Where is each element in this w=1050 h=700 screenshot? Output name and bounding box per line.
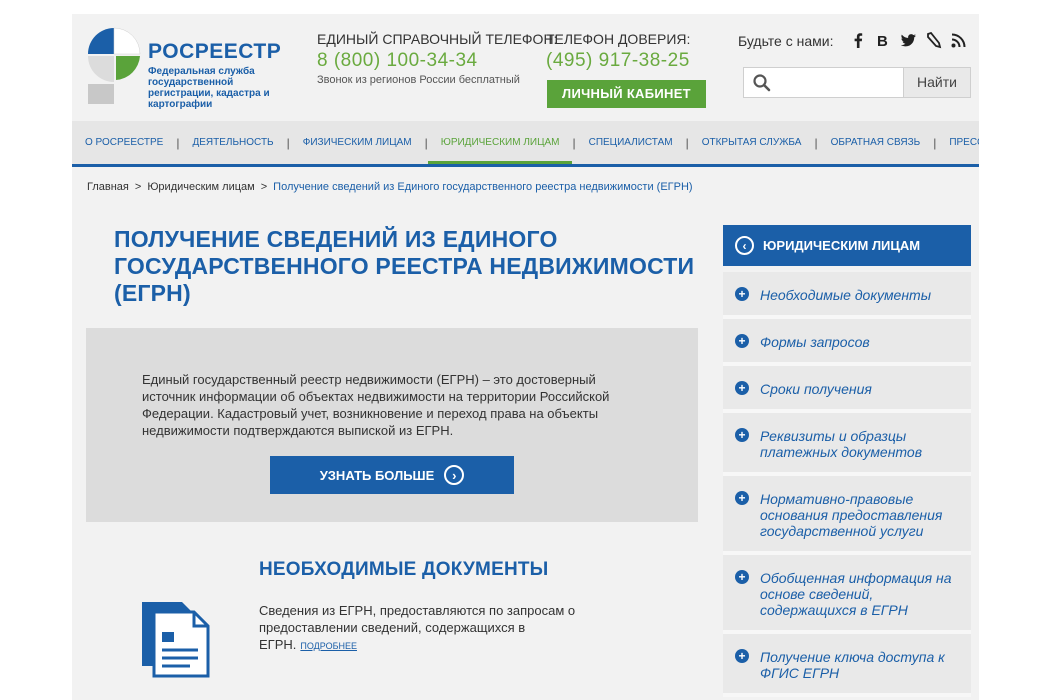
search-input[interactable] [778, 72, 898, 93]
breadcrumb: Главная > Юридическим лицам > Получение свед… [87, 181, 693, 193]
chevron-right-icon: › [444, 465, 465, 485]
twitter-icon[interactable] [900, 32, 917, 49]
more-details-link[interactable]: ПОДРОБНЕЕ [300, 641, 357, 651]
learn-more-button[interactable]: УЗНАТЬ БОЛЬШЕ › [270, 456, 514, 494]
vk-icon[interactable]: В [875, 32, 892, 49]
sidebar-item-label: Получение ключа доступа к ФГИС ЕГРН [760, 649, 945, 681]
search-icon [753, 74, 771, 92]
search-button[interactable]: Найти [903, 68, 970, 97]
hotline-note: Звонок из регионов России бесплатный [317, 74, 520, 86]
plus-icon: + [735, 287, 749, 301]
document-icon [142, 602, 210, 678]
page-title: ПОЛУЧЕНИЕ СВЕДЕНИЙ ИЗ ЕДИНОГО ГОСУДАРСТВ… [114, 226, 695, 306]
main-nav: О РОСРЕЕСТРЕ | ДЕЯТЕЛЬНОСТЬ | ФИЗИЧЕСКИМ… [72, 121, 979, 167]
trust-line-label: ТЕЛЕФОН ДОВЕРИЯ: [546, 31, 691, 47]
sidebar-item-label: Реквизиты и образцы платежных документов [760, 428, 923, 460]
sidebar-item-request-forms[interactable]: + Формы запросов [723, 319, 971, 366]
page: РОСРЕЕСТР Федеральная служба государстве… [72, 14, 979, 700]
learn-more-label: УЗНАТЬ БОЛЬШЕ [319, 467, 435, 483]
breadcrumb-section[interactable]: Юридическим лицам [147, 181, 254, 193]
sidebar-item-payment-details[interactable]: + Реквизиты и образцы платежных документ… [723, 413, 971, 476]
hotline-label: ЕДИНЫЙ СПРАВОЧНЫЙ ТЕЛЕФОН: [317, 31, 558, 47]
nav-item-legal-entities[interactable]: ЮРИДИЧЕСКИМ ЛИЦАМ [427, 121, 573, 164]
personal-cabinet-button[interactable]: ЛИЧНЫЙ КАБИНЕТ [547, 80, 706, 108]
chevron-left-icon: ‹ [735, 236, 754, 255]
sidebar-item-label: Необходимые документы [760, 287, 932, 303]
sidebar-item-summary-info[interactable]: + Обобщенная информация на основе сведен… [723, 555, 971, 634]
nav-item-specialists[interactable]: СПЕЦИАЛИСТАМ [576, 121, 686, 164]
hotline-block: ЕДИНЫЙ СПРАВОЧНЫЙ ТЕЛЕФОН: 8 (800) 100-3… [317, 31, 557, 86]
livejournal-icon[interactable] [925, 32, 942, 49]
sidebar-header-label: ЮРИДИЧЕСКИМ ЛИЦАМ [763, 238, 921, 253]
section-text: Сведения из ЕГРН, предоставляются по зап… [259, 602, 599, 655]
social-label: Будьте с нами: [738, 32, 834, 49]
breadcrumb-separator: > [260, 181, 268, 193]
nav-item-feedback[interactable]: ОБРАТНАЯ СВЯЗЬ [818, 121, 934, 164]
logo-title: РОСРЕЕСТР [148, 40, 282, 63]
trust-line-block: ТЕЛЕФОН ДОВЕРИЯ: (495) 917-38-25 [546, 31, 690, 72]
sidebar-header[interactable]: ‹ ЮРИДИЧЕСКИМ ЛИЦАМ [723, 225, 971, 266]
breadcrumb-separator: > [134, 181, 142, 193]
nav-item-press-center[interactable]: ПРЕСС-ЦЕНТР [936, 121, 979, 164]
nav-item-activity[interactable]: ДЕЯТЕЛЬНОСТЬ [179, 121, 286, 164]
sidebar-item-legal-basis[interactable]: + Нормативно-правовые основания предоста… [723, 476, 971, 555]
intro-box: Единый государственный реестр недвижимос… [86, 328, 698, 522]
sidebar-item-timeframes[interactable]: + Сроки получения [723, 366, 971, 413]
search-box: Найти [743, 67, 971, 98]
plus-icon: + [735, 649, 749, 663]
plus-icon: + [735, 381, 749, 395]
logo[interactable]: РОСРЕЕСТР Федеральная служба государстве… [86, 24, 301, 110]
breadcrumb-home[interactable]: Главная [87, 181, 129, 193]
facebook-icon[interactable] [850, 32, 867, 49]
section-title: НЕОБХОДИМЫЕ ДОКУМЕНТЫ [259, 559, 549, 580]
sidebar-item-required-documents[interactable]: + Необходимые документы [723, 272, 971, 319]
sidebar-item-label: Сроки получения [760, 381, 872, 397]
plus-icon: + [735, 491, 749, 505]
sidebar-item-access-key[interactable]: + Получение ключа доступа к ФГИС ЕГРН [723, 634, 971, 697]
breadcrumb-current: Получение сведений из Единого государств… [273, 181, 693, 193]
svg-text:В: В [877, 33, 888, 49]
plus-icon: + [735, 334, 749, 348]
plus-icon: + [735, 570, 749, 584]
sidebar-item-label: Формы запросов [760, 334, 870, 350]
rss-icon[interactable] [950, 32, 967, 49]
nav-item-open-service[interactable]: ОТКРЫТАЯ СЛУЖБА [689, 121, 815, 164]
social-links: Будьте с нами: В [738, 32, 967, 49]
nav-item-about[interactable]: О РОСРЕЕСТРЕ [72, 121, 176, 164]
trust-line-number[interactable]: (495) 917-38-25 [546, 50, 690, 72]
logo-subtitle: Федеральная служба государственной регис… [148, 66, 270, 110]
hotline-number[interactable]: 8 (800) 100-34-34 [317, 50, 557, 72]
nav-item-individuals[interactable]: ФИЗИЧЕСКИМ ЛИЦАМ [290, 121, 425, 164]
rosreestr-logo-icon [88, 27, 141, 104]
site-header: РОСРЕЕСТР Федеральная служба государстве… [72, 14, 979, 121]
plus-icon: + [735, 428, 749, 442]
sidebar-item-label: Обобщенная информация на основе сведений… [760, 570, 952, 618]
intro-text: Единый государственный реестр недвижимос… [142, 372, 610, 438]
sidebar-menu: + Необходимые документы + Формы запросов… [723, 272, 971, 697]
sidebar-item-label: Нормативно-правовые основания предоставл… [760, 491, 943, 539]
